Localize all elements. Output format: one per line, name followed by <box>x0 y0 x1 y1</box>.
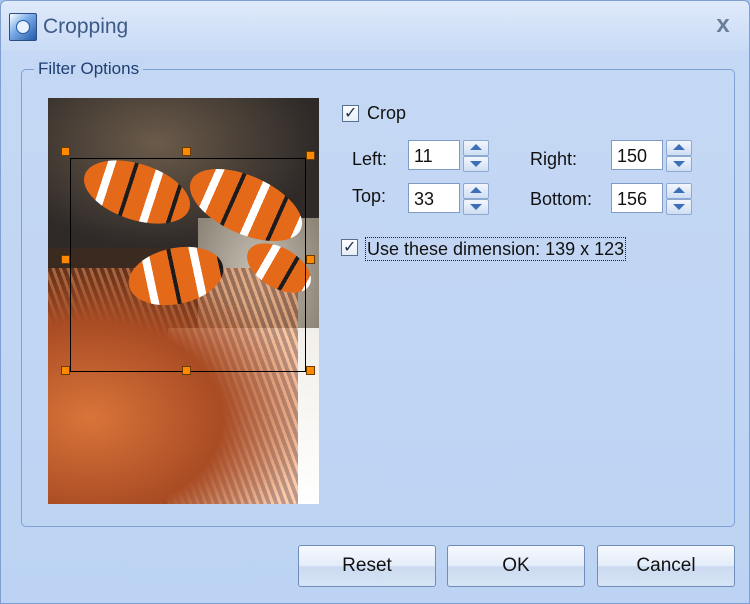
top-spin-up[interactable] <box>463 183 489 199</box>
app-icon <box>9 13 37 41</box>
crop-handle-bottom-left[interactable] <box>61 366 70 375</box>
arrow-down-icon <box>673 161 685 167</box>
right-input[interactable]: 150 <box>611 140 663 170</box>
top-spinner <box>463 183 489 215</box>
arrow-down-icon <box>673 204 685 210</box>
crop-handle-top-right[interactable] <box>306 151 315 160</box>
filter-options-group: Filter Options ✓ Crop Left: 11 Right: 15… <box>21 59 735 527</box>
crop-handle-top-left[interactable] <box>61 147 70 156</box>
crop-handle-bottom-right[interactable] <box>306 366 315 375</box>
crop-handle-top-middle[interactable] <box>182 147 191 156</box>
left-input[interactable]: 11 <box>408 140 460 170</box>
checkmark-icon: ✓ <box>344 105 358 122</box>
window-title: Cropping <box>43 15 129 38</box>
crop-handle-middle-left[interactable] <box>61 255 70 264</box>
crop-handle-middle-right[interactable] <box>306 255 315 264</box>
crop-rectangle[interactable] <box>70 158 306 372</box>
top-spin-down[interactable] <box>463 199 489 215</box>
right-spin-up[interactable] <box>666 140 692 156</box>
crop-handle-bottom-middle[interactable] <box>182 366 191 375</box>
arrow-down-icon <box>470 161 482 167</box>
left-spinner <box>463 140 489 172</box>
bottom-label: Bottom: <box>530 189 593 209</box>
ok-button[interactable]: OK <box>447 545 585 587</box>
close-button[interactable]: x <box>707 11 739 39</box>
bottom-spin-down[interactable] <box>666 199 692 215</box>
image-preview[interactable] <box>48 98 319 504</box>
arrow-up-icon <box>470 144 482 150</box>
group-label: Filter Options <box>34 59 144 79</box>
cropping-dialog: Cropping x Filter Options ✓ Crop Left: 1… <box>0 0 750 604</box>
crop-label: Crop <box>367 103 407 123</box>
arrow-down-icon <box>470 204 482 210</box>
arrow-up-icon <box>470 187 482 193</box>
bottom-input[interactable]: 156 <box>611 183 663 213</box>
left-label: Left: <box>352 149 388 169</box>
arrow-up-icon <box>673 144 685 150</box>
crop-checkbox[interactable]: ✓ <box>342 105 359 122</box>
checkmark-icon: ✓ <box>343 239 357 256</box>
use-dimension-checkbox[interactable]: ✓ <box>341 239 358 256</box>
use-dimension-label[interactable]: Use these dimension: 139 x 123 <box>365 237 627 261</box>
cancel-button[interactable]: Cancel <box>597 545 735 587</box>
arrow-up-icon <box>673 187 685 193</box>
bottom-spin-up[interactable] <box>666 183 692 199</box>
left-spin-down[interactable] <box>463 156 489 172</box>
right-spin-down[interactable] <box>666 156 692 172</box>
left-spin-up[interactable] <box>463 140 489 156</box>
top-label: Top: <box>352 186 387 206</box>
title-bar: Cropping x <box>1 1 749 51</box>
right-label: Right: <box>530 149 578 169</box>
top-input[interactable]: 33 <box>408 183 460 213</box>
right-spinner <box>666 140 692 172</box>
bottom-spinner <box>666 183 692 215</box>
reset-button[interactable]: Reset <box>298 545 436 587</box>
